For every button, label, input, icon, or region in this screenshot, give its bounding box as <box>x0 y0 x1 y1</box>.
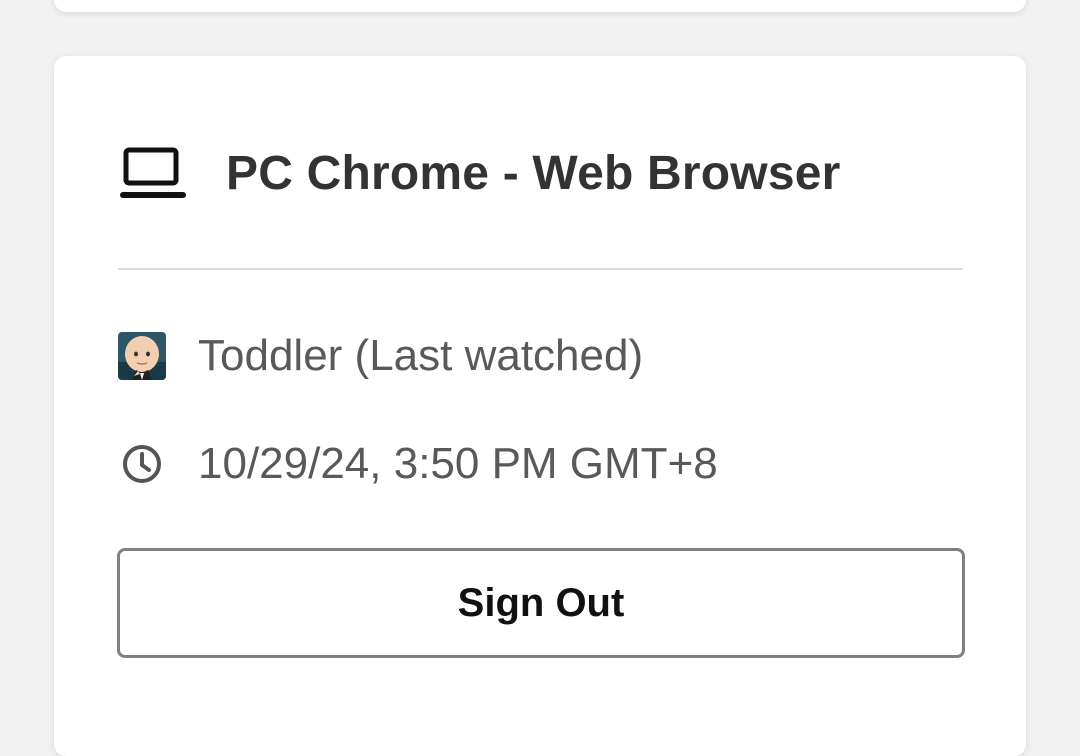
last-activity-timestamp: 10/29/24, 3:50 PM GMT+8 <box>198 439 718 488</box>
sign-out-button[interactable]: Sign Out <box>117 548 965 658</box>
divider <box>118 268 963 270</box>
profile-label: Toddler (Last watched) <box>198 331 644 380</box>
last-activity-row: 10/29/24, 3:50 PM GMT+8 <box>118 436 718 492</box>
device-card: PC Chrome - Web Browser Toddler (Last wa… <box>54 56 1026 756</box>
profile-row: Toddler (Last watched) <box>118 328 643 384</box>
device-header: PC Chrome - Web Browser <box>118 142 841 204</box>
device-title: PC Chrome - Web Browser <box>226 146 841 200</box>
profile-avatar <box>118 332 166 380</box>
clock-icon <box>118 440 166 488</box>
laptop-icon <box>118 145 186 201</box>
previous-device-card <box>54 0 1026 12</box>
